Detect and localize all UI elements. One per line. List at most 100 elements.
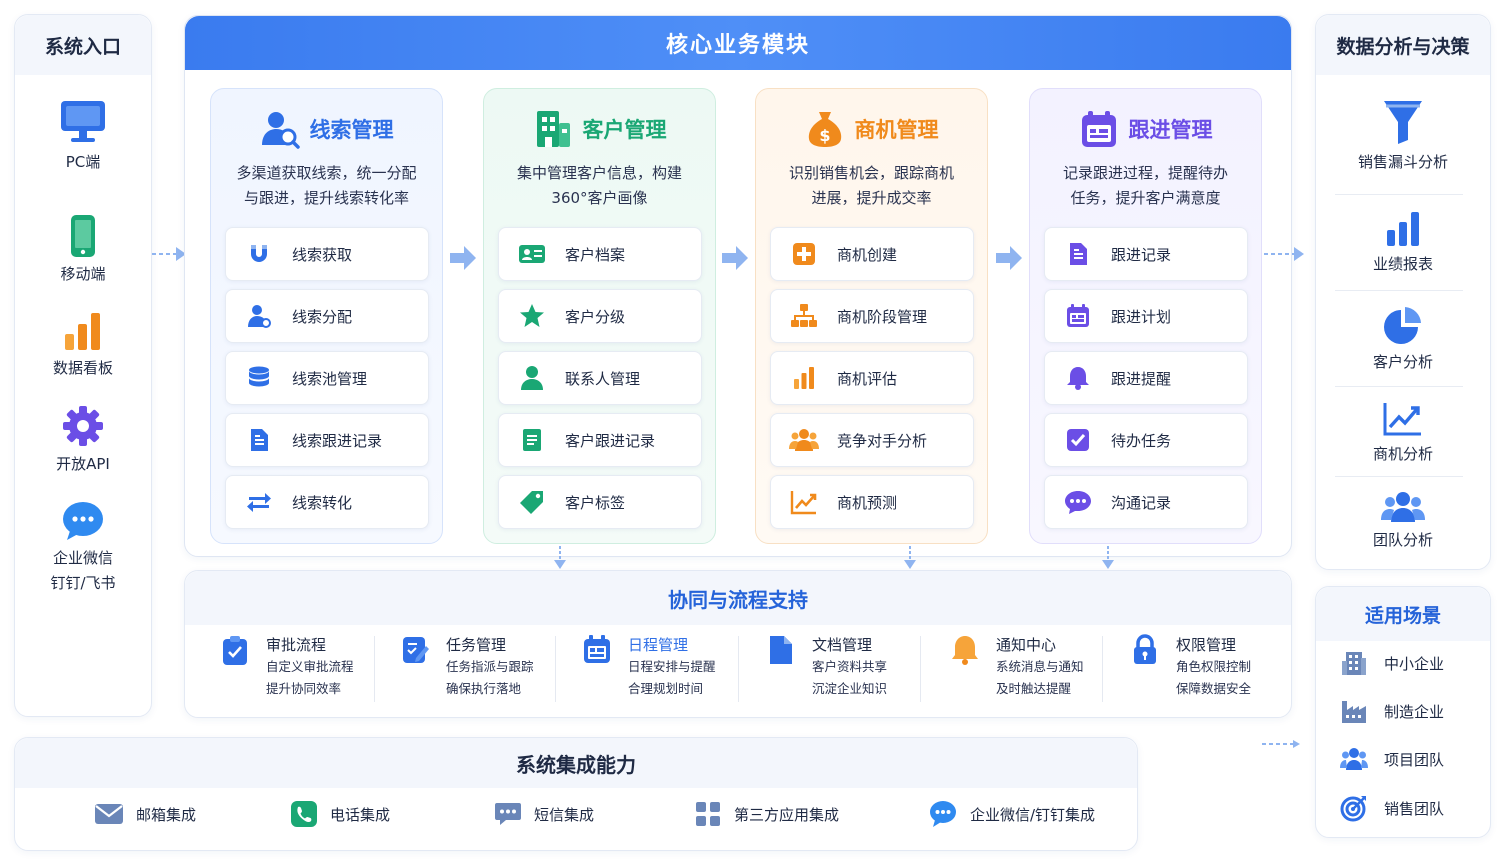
- module-item[interactable]: 沟通记录: [1044, 475, 1248, 529]
- user-search-icon: [261, 112, 300, 149]
- module-item[interactable]: 商机预测: [770, 475, 974, 529]
- chat-icon: [1065, 491, 1091, 514]
- module-item[interactable]: 线索转化: [225, 475, 429, 529]
- collab-item-notify[interactable]: 通知中心 系统消息与通知 及时触达提醒: [950, 634, 1084, 700]
- entry-item-label: 企业微信: [52, 549, 113, 567]
- collab-item-docs[interactable]: 文档管理 客户资料共享 沉淀企业知识: [766, 634, 887, 700]
- svg-text:$: $: [819, 126, 830, 145]
- entry-item-label: 钉钉/飞书: [50, 574, 116, 592]
- entry-title: 系统入口: [15, 15, 151, 75]
- entry-item-dashboard[interactable]: 数据看板: [14, 310, 152, 381]
- scene-item-sales[interactable]: 销售团队: [1340, 794, 1444, 822]
- integration-item-sms[interactable]: 短信集成: [494, 797, 594, 831]
- module-item[interactable]: 商机阶段管理: [770, 289, 974, 343]
- module-item[interactable]: 商机评估: [770, 351, 974, 405]
- bell-icon: [952, 636, 978, 665]
- arrow-right-icon: [996, 246, 1022, 270]
- arrow-right-icon: [722, 246, 748, 270]
- analysis-item-opportunity[interactable]: 商机分析: [1315, 400, 1491, 466]
- entry-item-pc[interactable]: PC端: [14, 98, 152, 175]
- group-icon: [789, 429, 819, 451]
- analysis-title: 数据分析与决策: [1316, 15, 1490, 75]
- scene-item-manufacturing[interactable]: 制造企业: [1340, 697, 1444, 725]
- analysis-item-funnel[interactable]: 销售漏斗分析: [1315, 98, 1491, 174]
- divider: [1335, 476, 1463, 477]
- calendar-icon: [1067, 304, 1089, 327]
- collab-item-tasks[interactable]: 任务管理 任务指派与跟踪 确保执行落地: [400, 634, 534, 700]
- module-item[interactable]: 跟进计划: [1044, 289, 1248, 343]
- group-icon: [1340, 748, 1368, 770]
- integration-item-phone[interactable]: 电话集成: [290, 797, 390, 831]
- entry-item-wechat[interactable]: 企业微信 钉钉/飞书: [14, 500, 152, 596]
- arrow-down-icon: [904, 546, 916, 569]
- divider: [920, 636, 921, 702]
- pie-chart-icon: [1384, 307, 1421, 344]
- collab-item-approval[interactable]: 审批流程 自定义审批流程 提升协同效率: [220, 634, 354, 700]
- bar-chart-icon: [794, 367, 814, 389]
- entry-item-mobile[interactable]: 移动端: [14, 214, 152, 287]
- document-icon: [1070, 243, 1087, 265]
- calendar-icon: [584, 635, 610, 663]
- divider: [1335, 194, 1463, 195]
- integration-item-wechat[interactable]: 企业微信/钉钉集成: [928, 797, 1095, 831]
- module-item[interactable]: 跟进记录: [1044, 227, 1248, 281]
- scene-item-sme[interactable]: 中小企业: [1340, 649, 1444, 677]
- module-item[interactable]: 待办任务: [1044, 413, 1248, 467]
- module-title: 商机管理: [854, 118, 939, 142]
- module-desc: 记录跟进过程，提醒待办 任务，提升客户满意度: [1062, 164, 1228, 207]
- collab-item-permission[interactable]: 权限管理 角色权限控制 保障数据安全: [1130, 634, 1251, 700]
- check-square-icon: [1067, 429, 1089, 451]
- collab-title: 协同与流程支持: [185, 571, 1291, 625]
- module-item[interactable]: 客户跟进记录: [498, 413, 702, 467]
- trend-up-icon: [1383, 403, 1421, 436]
- collab-item-schedule[interactable]: 日程管理 日程安排与提醒 合理规划时间: [582, 634, 716, 700]
- integration-panel: 系统集成能力: [14, 737, 1138, 851]
- module-item[interactable]: 线索获取: [225, 227, 429, 281]
- module-item[interactable]: 客户标签: [498, 475, 702, 529]
- document-icon: [251, 429, 268, 451]
- plus-square-icon: [793, 243, 815, 265]
- star-icon: [520, 304, 544, 327]
- integration-item-apps[interactable]: 第三方应用集成: [694, 797, 839, 831]
- divider: [1102, 636, 1103, 702]
- module-item[interactable]: 客户分级: [498, 289, 702, 343]
- grid-apps-icon: [696, 802, 720, 826]
- module-title: 客户管理: [582, 118, 667, 142]
- calendar-icon: [1081, 111, 1116, 147]
- scene-item-project[interactable]: 项目团队: [1340, 745, 1444, 773]
- tag-icon: [520, 491, 543, 514]
- arrow-down-icon: [1102, 546, 1114, 569]
- module-item[interactable]: 线索分配: [225, 289, 429, 343]
- gear-icon: [63, 406, 103, 446]
- arrow-down-icon: [554, 546, 566, 569]
- mail-icon: [95, 804, 123, 824]
- module-item[interactable]: 线索池管理: [225, 351, 429, 405]
- module-item[interactable]: 商机创建: [770, 227, 974, 281]
- database-icon: [249, 366, 269, 387]
- building-icon: [1342, 652, 1366, 675]
- analysis-item-customer[interactable]: 客户分析: [1315, 306, 1491, 374]
- building-icon: [536, 111, 570, 147]
- module-title: 线索管理: [309, 118, 394, 142]
- divider: [1335, 290, 1463, 291]
- module-title: 跟进管理: [1128, 118, 1213, 142]
- module-item[interactable]: 竞争对手分析: [770, 413, 974, 467]
- factory-icon: [1342, 701, 1366, 723]
- entry-item-label: PC端: [65, 153, 101, 171]
- entry-item-label: 移动端: [60, 265, 106, 283]
- analysis-item-team[interactable]: 团队分析: [1315, 490, 1491, 552]
- module-item[interactable]: 联系人管理: [498, 351, 702, 405]
- analysis-item-report[interactable]: 业绩报表: [1315, 210, 1491, 276]
- module-item[interactable]: 跟进提醒: [1044, 351, 1248, 405]
- trend-up-icon: [790, 491, 817, 515]
- target-icon: [1340, 796, 1366, 822]
- module-item[interactable]: 线索跟进记录: [225, 413, 429, 467]
- integration-item-email[interactable]: 邮箱集成: [94, 797, 196, 831]
- group-icon: [1381, 492, 1425, 522]
- phone-icon: [291, 801, 317, 827]
- chat-icon: [63, 502, 103, 540]
- task-edit-icon: [403, 637, 429, 663]
- entry-item-api[interactable]: 开放API: [14, 404, 152, 477]
- module-item[interactable]: 客户档案: [498, 227, 702, 281]
- core-title: 核心业务模块: [185, 16, 1291, 70]
